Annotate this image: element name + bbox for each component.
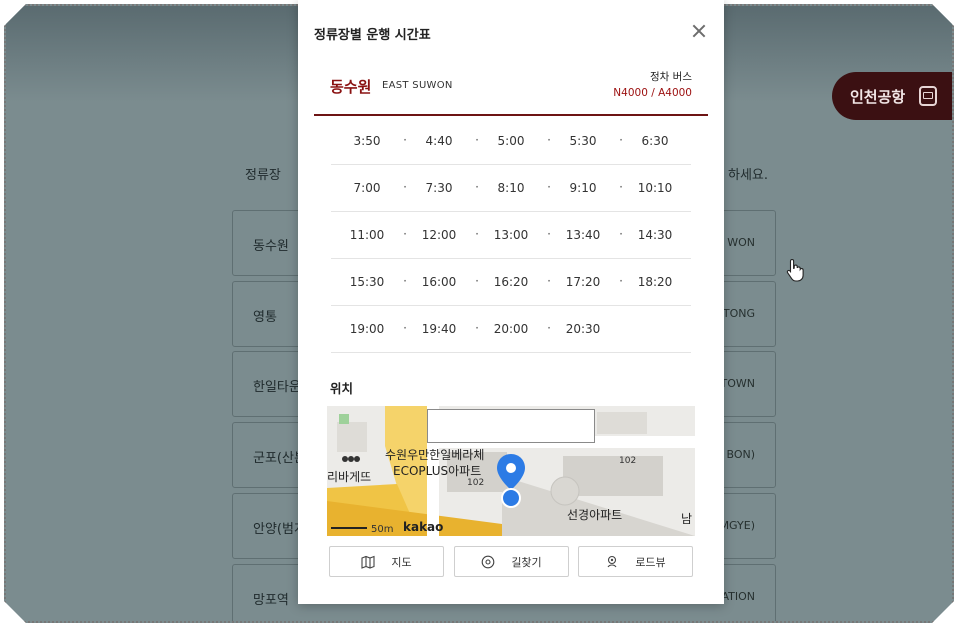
departure-time: 20:00: [475, 321, 551, 336]
stop-section-hint: 하세요.: [728, 168, 769, 183]
timetable-row: 7:00 7:30 8:10 9:10 10:10: [331, 165, 691, 212]
stop-name-en: EAST SUWON: [382, 80, 453, 91]
departure-time: 16:20: [475, 274, 551, 289]
stop-card-en: ATION: [721, 590, 755, 603]
header-divider: [314, 114, 708, 116]
map-label-building: 수원우만한일베라체: [385, 448, 485, 462]
departure-time: 11:00: [331, 227, 407, 242]
bus-type-label: 정차 버스: [650, 71, 692, 83]
departure-time: 15:30: [331, 274, 407, 289]
departure-time: 7:30: [403, 180, 479, 195]
departure-time: 10:10: [637, 181, 673, 195]
stop-card-name: 한일타운: [253, 380, 301, 395]
stop-card-name: 동수원: [253, 239, 289, 254]
location-pin-icon: [481, 555, 495, 569]
close-icon[interactable]: [690, 22, 708, 40]
map-button[interactable]: 지도: [329, 546, 444, 577]
departure-time: 5:30: [547, 133, 623, 148]
departure-time: 18:20: [637, 275, 673, 289]
departure-time: 14:30: [637, 228, 673, 242]
airport-badge-label: 인천공항: [850, 87, 906, 106]
departure-time: 20:30: [565, 322, 601, 336]
timetable-row: 15:30 16:00 16:20 17:20 18:20: [331, 259, 691, 306]
directions-button-label: 길찾기: [511, 555, 542, 569]
map-button-label: 지도: [391, 555, 412, 569]
departure-time: 13:40: [547, 227, 623, 242]
stop-card-en: MGYE): [719, 519, 755, 532]
map-icon: [361, 555, 375, 569]
departure-time: 5:00: [475, 133, 551, 148]
departure-time: 8:10: [475, 180, 551, 195]
map-label-edge: 남: [681, 512, 693, 526]
modal-title: 정류장별 운행 시간표: [314, 28, 431, 43]
departure-time: 9:10: [547, 180, 623, 195]
timetable: 3:50 4:40 5:00 5:30 6:30 7:00 7:30 8:10 …: [331, 118, 691, 353]
departure-time: 3:50: [331, 133, 407, 148]
directions-button[interactable]: 길찾기: [454, 546, 569, 577]
incheon-airport-button[interactable]: 인천공항: [832, 72, 954, 120]
stop-section-label: 정류장: [245, 168, 281, 183]
map-label-building: ECOPLUS아파트: [393, 464, 482, 478]
stop-card-en: BON): [726, 448, 755, 461]
map-label-number: 102: [467, 478, 485, 488]
departure-time: 19:00: [331, 321, 407, 336]
departure-time: 4:40: [403, 133, 479, 148]
kakao-map-logo: kakao: [403, 520, 444, 534]
departure-time: 13:00: [475, 227, 551, 242]
map-label-number: 102: [619, 456, 637, 466]
location-map[interactable]: 수원우만한일베라체 ECOPLUS아파트 리바게뜨 선경아파트 102 102 …: [327, 406, 695, 536]
departure-time: 12:00: [403, 227, 479, 242]
map-label-apartment: 선경아파트: [567, 508, 623, 522]
location-label: 위치: [330, 381, 354, 396]
departure-time: 7:00: [331, 180, 407, 195]
timetable-row: 19:00 19:40 20:00 20:30: [331, 306, 691, 353]
map-stop-tooltip: [427, 409, 595, 443]
roadview-icon: [605, 555, 619, 569]
map-scale-label: 50m: [371, 524, 394, 535]
timetable-row: 3:50 4:40 5:00 5:30 6:30: [331, 118, 691, 165]
stop-card-en: TOWN: [720, 377, 755, 390]
departure-time: 17:20: [547, 274, 623, 289]
bus-icon: [919, 86, 937, 106]
roadview-button[interactable]: 로드뷰: [578, 546, 693, 577]
departure-time: 19:40: [403, 321, 479, 336]
timetable-modal: 정류장별 운행 시간표 동수원 EAST SUWON 정차 버스 N4000 /…: [298, 0, 724, 604]
stop-card-en: TONG: [722, 307, 755, 320]
hand-cursor-icon: [786, 258, 804, 282]
map-label-bakery: 리바게뜨: [327, 470, 372, 484]
departure-time: 6:30: [641, 134, 669, 148]
stop-card-en: WON: [727, 236, 755, 249]
stop-card-name: 망포역: [253, 593, 289, 608]
stop-name: 동수원: [330, 78, 372, 96]
stop-card-name: 영통: [253, 310, 277, 325]
bus-numbers: N4000 / A4000: [613, 87, 692, 99]
timetable-row: 11:00 12:00 13:00 13:40 14:30: [331, 212, 691, 259]
departure-time: 16:00: [403, 274, 479, 289]
roadview-button-label: 로드뷰: [635, 555, 666, 569]
